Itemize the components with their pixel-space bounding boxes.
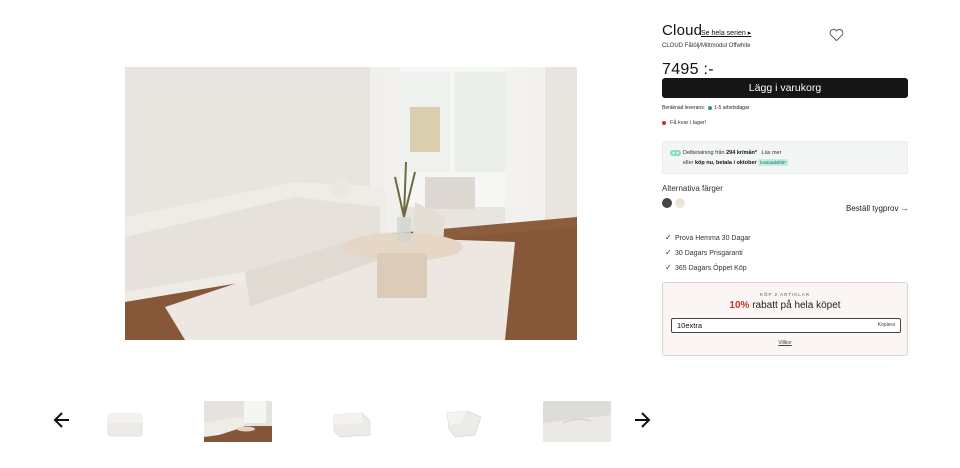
checkmark-icon: ✓	[665, 233, 672, 242]
payment-options-box: Delbetalning från 294 kr/mån* Läs mer el…	[662, 141, 908, 174]
order-fabric-sample-link[interactable]: Beställ tygprov →	[846, 204, 909, 213]
read-more-link[interactable]: Läs mer	[762, 150, 782, 156]
terms-link[interactable]: Villkor	[663, 340, 907, 346]
copy-code-button[interactable]: Kopiera	[878, 319, 895, 332]
thumbnail-4[interactable]	[431, 401, 499, 442]
heart-icon	[829, 28, 844, 42]
promo-kicker: KÖP 2 ARTIKLAR	[759, 292, 811, 297]
thumbnail-1[interactable]	[90, 401, 158, 442]
thumbnail-strip	[0, 398, 660, 446]
gallery-next-button[interactable]	[633, 410, 651, 430]
see-full-series-link[interactable]: Se hela serien ▸	[701, 29, 751, 37]
color-swatch-dark[interactable]	[662, 198, 672, 208]
usp-text: Prova Hemma 30 Dagar	[675, 235, 751, 242]
free-of-charge-tag: kostnadsfritt*	[758, 159, 789, 166]
stock-status: Få kvar i lager!	[662, 120, 706, 126]
delivery-estimate: Beräknad leverans: 1-5 arbetsdagar	[662, 105, 749, 111]
installment-line: Delbetalning från 294 kr/mån* Läs mer	[683, 150, 781, 156]
armchair-module-thumbnail	[90, 401, 158, 442]
stock-status-dot	[662, 120, 666, 125]
pay-later-prefix: eller	[683, 160, 694, 166]
usp-item: ✓ 365 Dagars Öppet Köp	[665, 263, 747, 272]
checkmark-icon: ✓	[665, 263, 672, 272]
promo-code-field[interactable]: 10extra Kopiera	[671, 318, 901, 333]
thumbnail-5[interactable]	[543, 401, 611, 442]
thumbnail-3[interactable]	[318, 401, 386, 442]
usp-text: 365 Dagars Öppet Köp	[675, 265, 747, 272]
installment-prefix: Delbetalning från	[683, 150, 725, 156]
product-price: 7495 :-	[662, 61, 714, 78]
room-scene-thumbnail	[204, 401, 272, 442]
usp-text: 30 Dagars Prisgaranti	[675, 250, 743, 257]
installment-amount: 294 kr/mån*	[726, 150, 758, 156]
usp-item: ✓ Prova Hemma 30 Dagar	[665, 233, 750, 242]
gallery-prev-button[interactable]	[53, 410, 71, 430]
pay-later-line: eller köp nu, betala i oktober kostnadsf…	[683, 159, 789, 166]
promo-code-box: KÖP 2 ARTIKLAR 10% rabatt på hela köpet …	[662, 282, 908, 356]
armchair-module-angle-thumbnail	[318, 401, 386, 442]
usp-item: ✓ 30 Dagars Prisgaranti	[665, 248, 743, 257]
product-subtitle: CLOUD Fåtölj/Mittmodul Offwhite	[662, 43, 751, 49]
delivery-value: 1-5 arbetsdagar	[714, 105, 750, 111]
alternative-colors-label: Alternativa färger	[662, 184, 723, 193]
living-room-photo	[125, 67, 577, 340]
promo-code: 10extra	[677, 321, 703, 330]
fabric-closeup-thumbnail	[543, 401, 611, 442]
checkmark-icon: ✓	[665, 248, 672, 257]
main-product-image[interactable]	[125, 67, 577, 340]
add-to-cart-button[interactable]: Lägg i varukorg	[662, 78, 908, 98]
favorite-button[interactable]	[829, 28, 844, 42]
product-title: Cloud	[662, 22, 703, 39]
promo-headline: 10% rabatt på hela köpet	[663, 300, 907, 311]
klarna-badge-icon	[670, 150, 681, 156]
product-info-panel: Cloud Se hela serien ▸ CLOUD Fåtölj/Mitt…	[662, 22, 909, 356]
promo-percent: 10%	[729, 300, 750, 311]
pay-later-text: köp nu, betala i oktober	[694, 160, 757, 166]
promo-headline-text: rabatt på hela köpet	[752, 300, 841, 311]
delivery-label: Beräknad leverans:	[662, 105, 706, 111]
color-swatch-offwhite[interactable]	[675, 198, 685, 208]
stock-text: Få kvar i lager!	[670, 120, 707, 126]
delivery-status-dot	[708, 105, 713, 110]
thumbnail-2[interactable]	[204, 401, 272, 442]
corner-module-thumbnail	[431, 401, 499, 442]
arrow-left-icon	[53, 412, 69, 428]
arrow-right-icon	[635, 412, 651, 428]
